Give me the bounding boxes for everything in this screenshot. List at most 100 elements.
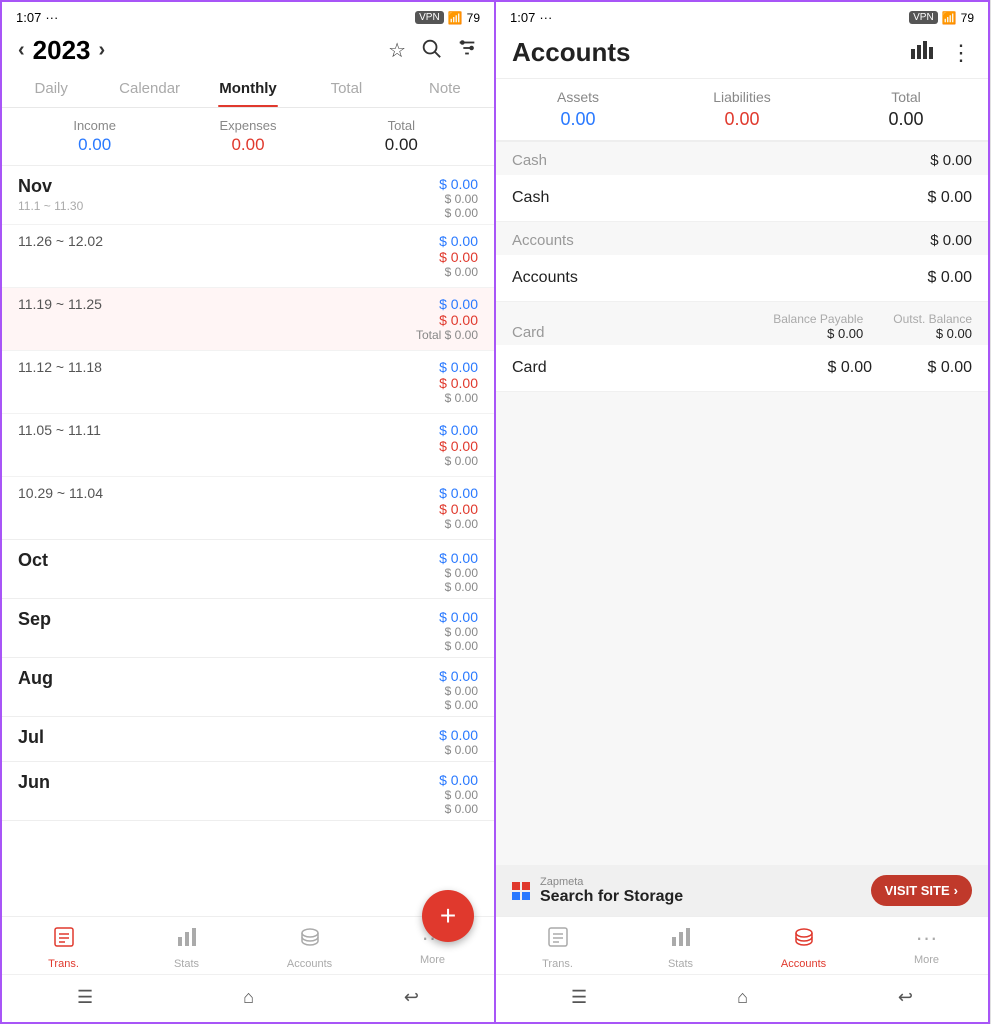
- home-button-1[interactable]: ⌂: [219, 983, 278, 1012]
- stats-icon-2: [669, 925, 693, 955]
- assets-label: Assets: [496, 89, 660, 105]
- nav-more-label: More: [420, 954, 445, 966]
- liabilities-value: 0.00: [660, 109, 824, 130]
- time-1: 1:07: [16, 10, 41, 25]
- nav2-trans[interactable]: Trans.: [496, 925, 619, 970]
- screen-transactions: 1:07 ··· VPN 📶 79 ‹ 2023 › ☆: [0, 0, 495, 1024]
- month-nov-header: Nov 11.1 ~ 11.30 $ 0.00 $ 0.00 $ 0.00: [2, 166, 494, 224]
- filter-icon[interactable]: [456, 37, 478, 65]
- month-oct-header[interactable]: Oct $ 0.00 $ 0.00 $ 0.00: [2, 540, 494, 598]
- balance-payable-header: Balance Payable $ 0.00: [773, 312, 863, 341]
- week-row[interactable]: 10.29 ~ 11.04 $ 0.00 $ 0.00 $ 0.00: [2, 476, 494, 539]
- month-nov-name: Nov 11.1 ~ 11.30: [18, 176, 83, 213]
- year-nav: ‹ 2023 ›: [18, 35, 105, 66]
- vpn-badge-2: VPN: [909, 11, 938, 24]
- accounts-total-col: Total 0.00: [824, 89, 988, 130]
- month-jun-header[interactable]: Jun $ 0.00 $ 0.00 $ 0.00: [2, 762, 494, 820]
- nav2-accounts-label: Accounts: [781, 958, 826, 970]
- week-row[interactable]: 11.05 ~ 11.11 $ 0.00 $ 0.00 $ 0.00: [2, 413, 494, 476]
- cash-section-name: Cash: [512, 152, 547, 169]
- month-nov: Nov 11.1 ~ 11.30 $ 0.00 $ 0.00 $ 0.00 11…: [2, 166, 494, 540]
- nav2-stats[interactable]: Stats: [619, 925, 742, 970]
- nav-stats-label: Stats: [174, 958, 199, 970]
- accounts-header-icons: ⋮: [910, 39, 972, 67]
- month-sep-header[interactable]: Sep $ 0.00 $ 0.00 $ 0.00: [2, 599, 494, 657]
- week-row[interactable]: 11.19 ~ 11.25 $ 0.00 $ 0.00 Total $ 0.00: [2, 287, 494, 350]
- wifi-icon-1: 📶: [448, 11, 463, 25]
- status-bar-1: 1:07 ··· VPN 📶 79: [2, 2, 494, 29]
- cash-item-amount: $ 0.00: [928, 189, 972, 207]
- back-button-1[interactable]: ↩: [380, 983, 443, 1012]
- bank-account-item-amount: $ 0.00: [928, 269, 972, 287]
- prev-year-button[interactable]: ‹: [18, 39, 25, 62]
- tab-daily[interactable]: Daily: [2, 72, 100, 107]
- card-balance-payable: $ 0.00: [802, 359, 872, 377]
- status-icons-2: VPN 📶 79: [909, 11, 974, 25]
- monthly-list: Nov 11.1 ~ 11.30 $ 0.00 $ 0.00 $ 0.00 11…: [2, 166, 494, 916]
- ad-banner[interactable]: Zapmeta Search for Storage VISIT SITE ›: [496, 865, 988, 916]
- transactions-icon-2: [546, 925, 570, 955]
- total-label: Total: [325, 118, 478, 133]
- add-transaction-button[interactable]: +: [422, 890, 474, 942]
- card-outstanding: $ 0.00: [902, 359, 972, 377]
- search-icon[interactable]: [420, 37, 442, 65]
- screen-accounts: 1:07 ··· VPN 📶 79 Accounts: [495, 0, 990, 1024]
- cash-item[interactable]: Cash $ 0.00: [496, 175, 988, 222]
- nav2-more[interactable]: ··· More: [865, 925, 988, 970]
- total-value: 0.00: [325, 135, 478, 155]
- ad-content: Zapmeta Search for Storage: [540, 876, 861, 906]
- accounts-summary: Assets 0.00 Liabilities 0.00 Total 0.00: [496, 78, 988, 142]
- time-2: 1:07: [510, 10, 535, 25]
- month-oct: Oct $ 0.00 $ 0.00 $ 0.00: [2, 540, 494, 599]
- status-icons-1: VPN 📶 79: [415, 11, 480, 25]
- status-time-2: 1:07 ···: [510, 10, 552, 25]
- dots-2: ···: [539, 10, 552, 25]
- assets-col: Assets 0.00: [496, 89, 660, 130]
- accounts-total-label: Total: [824, 89, 988, 105]
- favorites-icon[interactable]: ☆: [388, 38, 406, 63]
- nav-accounts-label: Accounts: [287, 958, 332, 970]
- nav-trans[interactable]: Trans.: [2, 925, 125, 970]
- nav-trans-label: Trans.: [48, 958, 79, 970]
- ad-logo-icon: [512, 882, 530, 900]
- more-options-icon[interactable]: ⋮: [950, 40, 972, 66]
- accounts-section-name: Accounts: [512, 232, 574, 249]
- expenses-value: 0.00: [171, 135, 324, 155]
- chart-icon[interactable]: [910, 39, 934, 67]
- bottom-nav-1: Trans. Stats: [2, 916, 494, 974]
- nav2-accounts[interactable]: Accounts: [742, 925, 865, 970]
- accounts-section-total: $ 0.00: [930, 232, 972, 249]
- liabilities-col: Liabilities 0.00: [660, 89, 824, 130]
- month-jul-header[interactable]: Jul $ 0.00 $ 0.00: [2, 717, 494, 761]
- card-item-name: Card: [512, 359, 547, 377]
- ad-arrow-icon: ›: [954, 883, 958, 898]
- more-icon-2: ···: [916, 925, 938, 951]
- liabilities-label: Liabilities: [660, 89, 824, 105]
- tab-monthly[interactable]: Monthly: [199, 72, 297, 107]
- card-item[interactable]: Card $ 0.00 $ 0.00: [496, 345, 988, 392]
- week-row[interactable]: 11.12 ~ 11.18 $ 0.00 $ 0.00 $ 0.00: [2, 350, 494, 413]
- outstanding-balance-header: Outst. Balance $ 0.00: [893, 312, 972, 341]
- nav-stats[interactable]: Stats: [125, 925, 248, 970]
- card-section-header: Card Balance Payable $ 0.00 Outst. Balan…: [496, 302, 988, 345]
- sys-nav-1: ☰ ⌂ ↩: [2, 974, 494, 1022]
- tab-calendar[interactable]: Calendar: [100, 72, 198, 107]
- next-year-button[interactable]: ›: [99, 39, 106, 62]
- back-button-2[interactable]: ↩: [874, 983, 937, 1012]
- tab-total[interactable]: Total: [297, 72, 395, 107]
- bank-account-item[interactable]: Accounts $ 0.00: [496, 255, 988, 302]
- ad-visit-button[interactable]: VISIT SITE ›: [871, 875, 972, 906]
- home-button-2[interactable]: ⌂: [713, 983, 772, 1012]
- nav-accounts[interactable]: Accounts: [248, 925, 371, 970]
- accounts-title: Accounts: [512, 37, 630, 68]
- tab-note[interactable]: Note: [396, 72, 494, 107]
- menu-button-1[interactable]: ☰: [53, 983, 117, 1012]
- week-row[interactable]: 11.26 ~ 12.02 $ 0.00 $ 0.00 $ 0.00: [2, 224, 494, 287]
- cash-section-header: Cash $ 0.00: [496, 142, 988, 175]
- battery-1: 79: [467, 11, 480, 25]
- income-summary: Income 0.00: [18, 118, 171, 155]
- menu-button-2[interactable]: ☰: [547, 983, 611, 1012]
- bottom-nav-2: Trans. Stats: [496, 916, 988, 974]
- accounts-icon-2: [792, 925, 816, 955]
- month-aug-header[interactable]: Aug $ 0.00 $ 0.00 $ 0.00: [2, 658, 494, 716]
